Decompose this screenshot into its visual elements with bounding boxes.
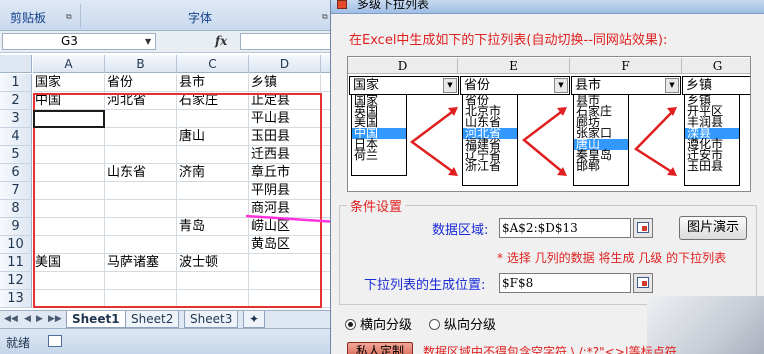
image-demo-button[interactable]: 图片演示 — [679, 216, 747, 240]
cell[interactable]: 省份 — [105, 74, 177, 92]
sheet-tab-3[interactable]: Sheet3 — [184, 311, 239, 328]
sheet-tab-1[interactable]: Sheet1 — [66, 311, 126, 328]
row-header-5[interactable]: 5 — [0, 146, 32, 164]
data-range-picker-button[interactable] — [633, 218, 653, 238]
name-box-dropdown-icon[interactable]: ▼ — [145, 37, 151, 46]
dialog-title: 多级下拉列表 — [357, 0, 430, 11]
row-header-2[interactable]: 2 — [0, 92, 32, 110]
excel-window: 剪贴板 ⧉ 字体 ⧉ G3 ▼ fx A B C D 1 国家 省份 县市 乡镇 2 中国河… — [0, 0, 336, 354]
insert-function-icon[interactable]: fx — [215, 34, 227, 48]
row-header-9[interactable]: 9 — [0, 218, 32, 236]
macro-record-icon[interactable] — [48, 335, 62, 347]
bottom-warning-text: 数据区域中不得包含空字符 \ /:*?"<>|等标点符 — [423, 345, 677, 354]
cell[interactable]: 县市 — [177, 74, 249, 92]
radio-dot — [429, 319, 440, 330]
status-bar: 就绪 — [0, 328, 336, 354]
radio-horizontal-label: 横向分级 — [360, 318, 413, 333]
gen-position-label: 下拉列表的生成位置: — [364, 278, 486, 293]
radio-vertical-label: 纵向分级 — [444, 318, 497, 333]
prev-sheet-icon[interactable]: ◀ — [24, 314, 31, 324]
range-select-icon — [637, 222, 649, 233]
row-header-13[interactable]: 13 — [0, 290, 32, 308]
column-header-a[interactable]: A — [33, 55, 105, 73]
data-range-label: 数据区域: — [432, 223, 489, 238]
insert-sheet-icon[interactable]: ✦ — [243, 311, 265, 328]
custom-button[interactable]: 私人定制 — [347, 342, 413, 354]
radio-horizontal[interactable]: 横向分级 — [345, 314, 412, 333]
row-header-6[interactable]: 6 — [0, 164, 32, 182]
sheet-tab-bar: ◀◀ ◀ ▶ ▶▶ Sheet1 Sheet2 Sheet3 ✦ — [0, 310, 336, 328]
row-header-7[interactable]: 7 — [0, 182, 32, 200]
row-header-11[interactable]: 11 — [0, 254, 32, 272]
condition-group-title: 条件设置 — [347, 196, 406, 215]
ribbon-separator — [80, 4, 81, 28]
gen-position-input[interactable]: $F$8 — [499, 273, 631, 293]
gen-position-picker-button[interactable] — [633, 273, 653, 293]
cell[interactable]: 乡镇 — [249, 74, 321, 92]
sample-image: D E F G 国家 ▼ 省份 ▼ 县市 ▼ 乡镇 国家 英国 美国 中国 日本 荷兰 省份 北京… — [347, 56, 751, 192]
row-header-12[interactable]: 12 — [0, 272, 32, 290]
dialog-title-bar: 多级下拉列表 — [331, 0, 764, 14]
formula-bar: G3 ▼ fx — [0, 31, 336, 53]
ribbon: 剪贴板 ⧉ 字体 ⧉ — [0, 0, 336, 31]
radio-dot — [345, 319, 356, 330]
column-header-b[interactable]: B — [105, 55, 177, 73]
active-cell-cursor — [33, 110, 105, 128]
sheet-tab-2[interactable]: Sheet2 — [125, 311, 180, 328]
column-header-c[interactable]: C — [177, 55, 249, 73]
column-header-d[interactable]: D — [249, 55, 321, 73]
data-range-input[interactable]: $A$2:$D$13 — [499, 218, 631, 238]
row-header-3[interactable]: 3 — [0, 110, 32, 128]
last-sheet-icon[interactable]: ▶▶ — [48, 314, 62, 324]
app-icon — [337, 0, 347, 9]
first-sheet-icon[interactable]: ◀◀ — [4, 314, 18, 324]
row-header-10[interactable]: 10 — [0, 236, 32, 254]
ribbon-group-clipboard[interactable]: 剪贴板 — [10, 9, 46, 26]
ribbon-group-font[interactable]: 字体 — [188, 9, 212, 26]
row-header-4[interactable]: 4 — [0, 128, 32, 146]
next-sheet-icon[interactable]: ▶ — [36, 314, 43, 324]
formula-input[interactable] — [240, 33, 336, 50]
radio-vertical[interactable]: 纵向分级 — [429, 314, 496, 333]
range-select-icon — [637, 277, 649, 288]
headline-text: 在Excel中生成如下的下拉列表(自动切换--同网站效果): — [349, 33, 668, 48]
dialog-window: 多级下拉列表 在Excel中生成如下的下拉列表(自动切换--同网站效果): D … — [330, 0, 764, 354]
clipboard-launcher-icon[interactable]: ⧉ — [66, 12, 72, 22]
name-box[interactable]: G3 — [2, 33, 156, 50]
row-header-8[interactable]: 8 — [0, 200, 32, 218]
sample-arrows — [409, 107, 677, 176]
hint-text: * 选择 几列的数据 将生成 几级 的下拉列表 — [497, 251, 727, 265]
font-launcher-icon[interactable]: ⧉ — [322, 12, 328, 22]
row-header-1[interactable]: 1 — [0, 74, 32, 92]
cell[interactable]: 国家 — [33, 74, 105, 92]
status-text: 就绪 — [6, 336, 31, 350]
select-all-corner[interactable] — [0, 55, 32, 73]
